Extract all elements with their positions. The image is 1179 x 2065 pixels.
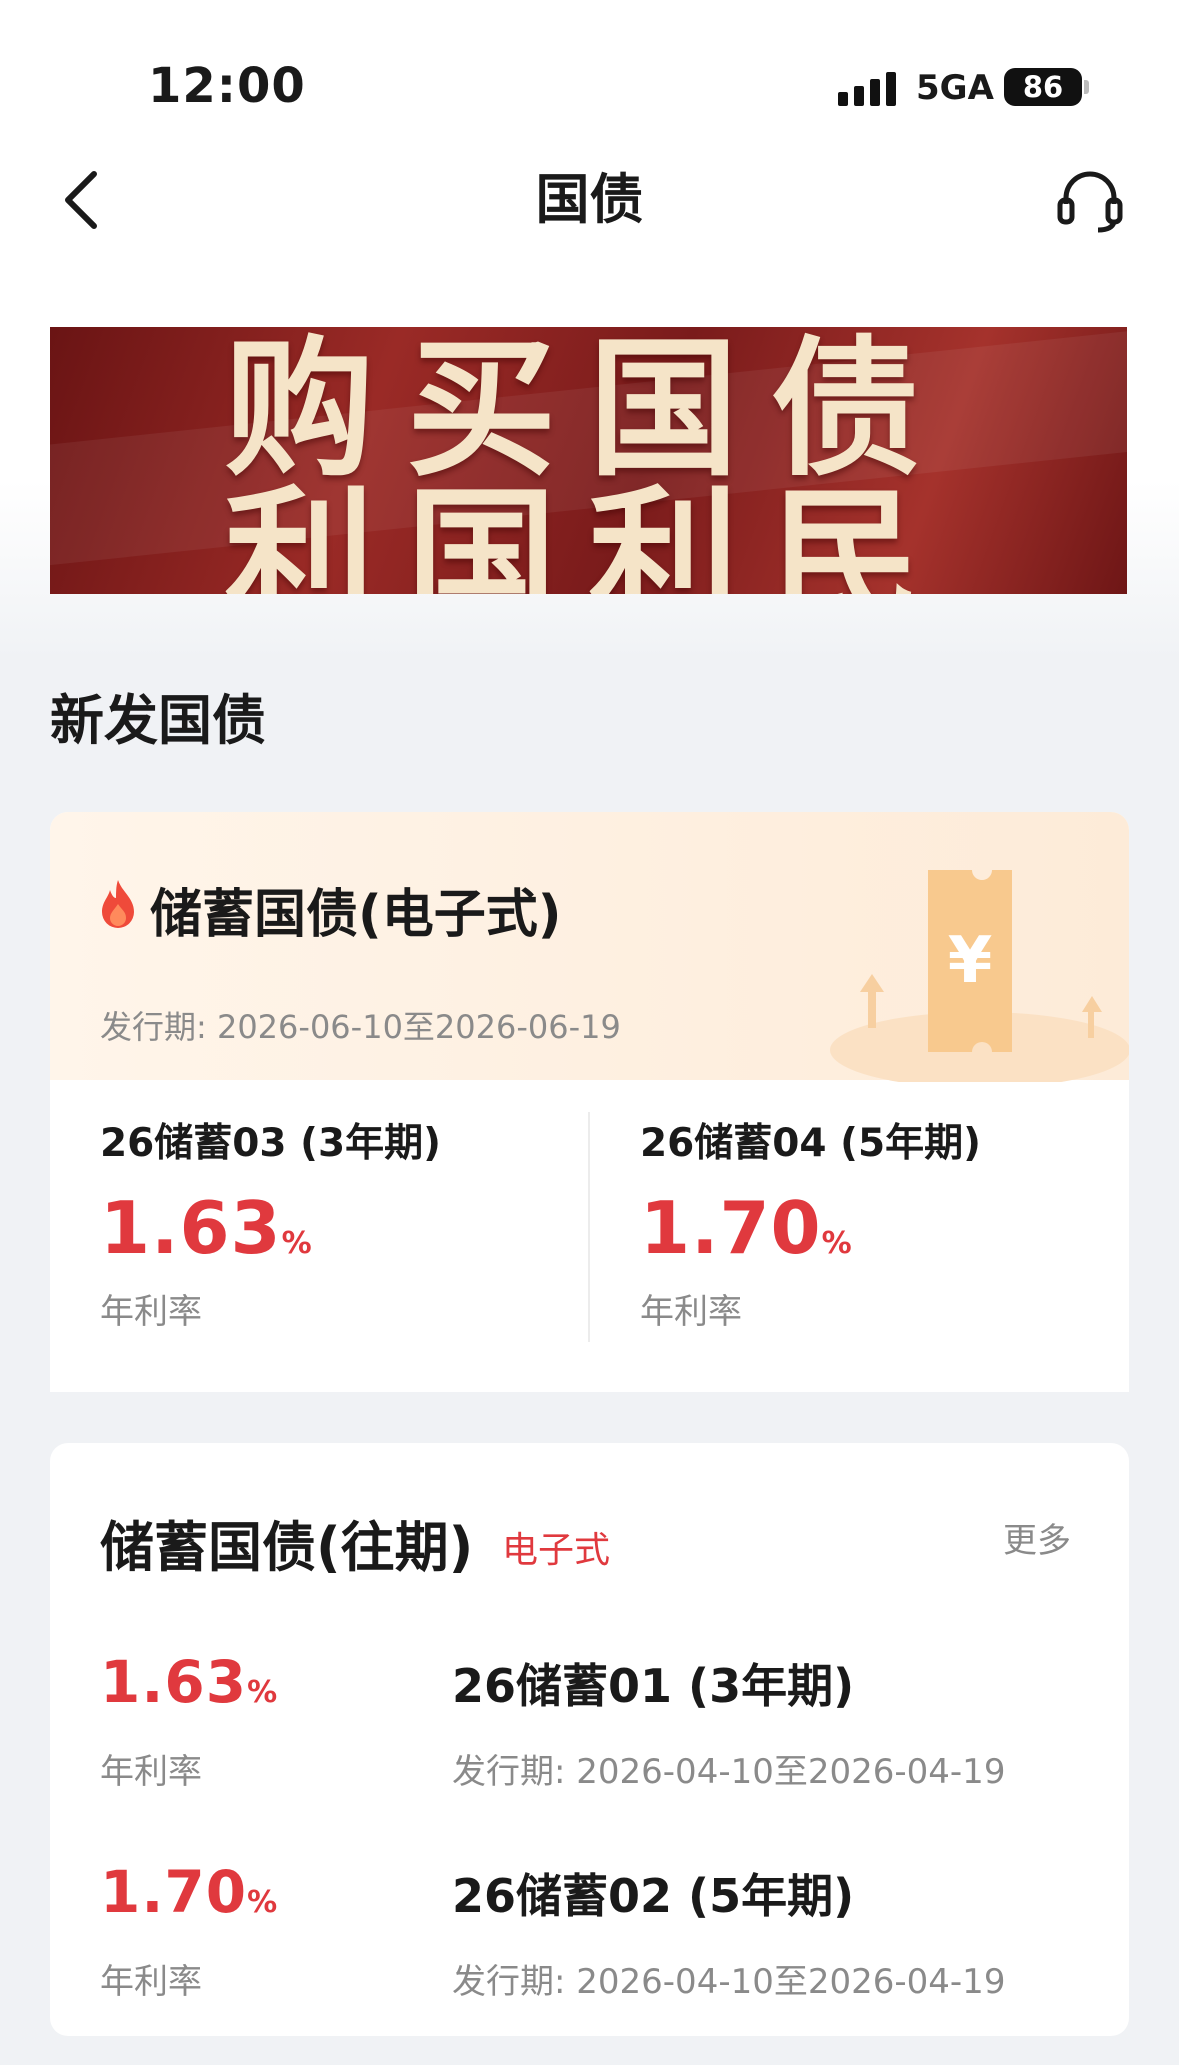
page-title: 国债: [535, 168, 644, 231]
more-link[interactable]: 更多: [1003, 1513, 1071, 1562]
rate-value: 1.70: [640, 1186, 822, 1270]
rate-label: 年利率: [100, 1752, 202, 1792]
bond-period: 发行期: 2026-04-10至2026-04-19: [452, 1752, 1006, 1792]
bond-name: 26储蓄01 (3年期): [452, 1659, 855, 1713]
bond-rate: 1.63%: [100, 1648, 277, 1716]
bond-rate: 1.63%: [100, 1186, 600, 1270]
status-bar: 12:00 5GA 86: [0, 0, 1179, 130]
network-type: 5GA: [916, 68, 994, 108]
bond-name: 26储蓄04 (5年期): [640, 1121, 981, 1166]
rate-value: 1.63: [100, 1648, 248, 1716]
yuan-ticket-icon: ¥: [830, 842, 1129, 1088]
bond-name: 26储蓄02 (5年期): [452, 1869, 855, 1923]
new-issue-card-header: 储蓄国债(电子式) 发行期: 2026-06-10至2026-06-19 ¥: [50, 812, 1129, 1088]
rate-label: 年利率: [100, 1962, 202, 2002]
rate-unit: %: [281, 1226, 312, 1261]
svg-text:¥: ¥: [948, 924, 993, 998]
section-title-new: 新发国债: [50, 689, 266, 752]
rate-label: 年利率: [640, 1292, 742, 1332]
banner-subline: 利国利民: [224, 471, 953, 594]
promo-banner[interactable]: 购买国债 利国利民: [50, 327, 1127, 594]
rate-unit: %: [247, 1885, 278, 1920]
new-issue-card[interactable]: 储蓄国债(电子式) 发行期: 2026-06-10至2026-06-19 ¥ 2…: [50, 812, 1129, 1392]
new-issue-period: 发行期: 2026-06-10至2026-06-19: [100, 1008, 621, 1046]
battery-icon: 86: [1004, 68, 1082, 106]
electronic-tag: 电子式: [502, 1530, 611, 1571]
headset-icon[interactable]: [1050, 160, 1130, 240]
past-issues-title: 储蓄国债(往期): [100, 1516, 474, 1579]
list-item[interactable]: 1.70% 年利率 26储蓄02 (5年期) 发行期: 2026-04-10至2…: [100, 1858, 1100, 2058]
bond-rate: 1.70%: [640, 1186, 1129, 1270]
bond-period: 发行期: 2026-04-10至2026-04-19: [452, 1962, 1006, 2002]
bond-item[interactable]: 26储蓄03 (3年期) 1.63% 年利率: [100, 1112, 600, 1352]
fire-icon: [98, 878, 138, 932]
rate-value: 1.70: [100, 1858, 248, 1926]
column-divider: [588, 1112, 590, 1342]
bond-item[interactable]: 26储蓄04 (5年期) 1.70% 年利率: [640, 1112, 1129, 1352]
rate-unit: %: [247, 1675, 278, 1710]
status-time: 12:00: [148, 58, 306, 114]
past-issues-card: 储蓄国债(往期) 电子式 更多 1.63% 年利率 26储蓄01 (3年期) 发…: [50, 1443, 1129, 2036]
rate-unit: %: [821, 1226, 852, 1261]
signal-icon: [838, 70, 898, 106]
list-item[interactable]: 1.63% 年利率 26储蓄01 (3年期) 发行期: 2026-04-10至2…: [100, 1648, 1100, 1848]
banner-headline: 购买国债: [224, 327, 953, 497]
battery-tip: [1084, 80, 1089, 94]
bond-name: 26储蓄03 (3年期): [100, 1121, 441, 1166]
rate-label: 年利率: [100, 1292, 202, 1332]
new-issue-title: 储蓄国债(电子式): [150, 885, 562, 945]
rate-value: 1.63: [100, 1186, 282, 1270]
bond-rate: 1.70%: [100, 1858, 277, 1926]
